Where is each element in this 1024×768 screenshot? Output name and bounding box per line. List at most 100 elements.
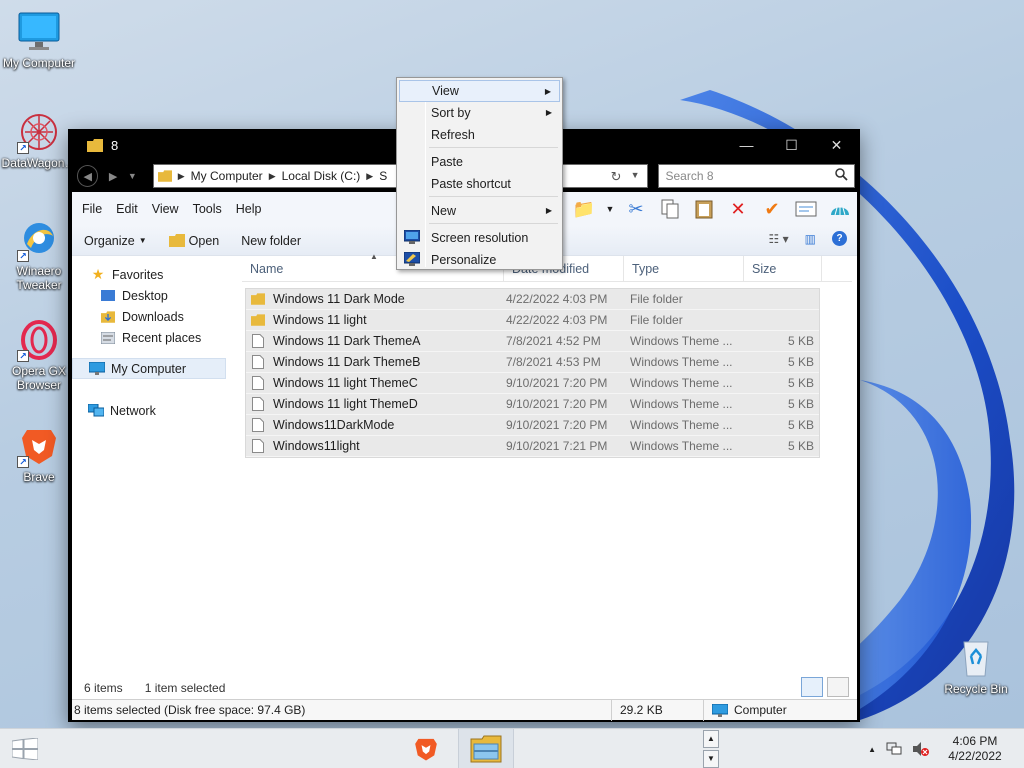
- help-icon[interactable]: ?: [832, 231, 847, 246]
- nav-downloads[interactable]: Downloads: [72, 306, 236, 327]
- desktop-icon-recycle-bin[interactable]: Recycle Bin: [936, 636, 1016, 696]
- breadcrumb-current[interactable]: S: [379, 169, 387, 183]
- nav-favorites-label: Favorites: [112, 267, 164, 282]
- search-input[interactable]: Search 8: [658, 164, 855, 188]
- details-view-button[interactable]: [801, 677, 823, 697]
- file-row[interactable]: Windows11light 9/10/2021 7:21 PM Windows T…: [246, 436, 819, 457]
- menu-edit[interactable]: Edit: [116, 202, 148, 216]
- nav-desktop-label: Desktop: [122, 288, 168, 303]
- file-name: Windows 11 light ThemeD: [273, 397, 418, 411]
- file-name-cell: Windows11light: [246, 439, 506, 453]
- file-row[interactable]: Windows 11 light 4/22/2022 4:03 PM File fo…: [246, 310, 819, 331]
- menu-item-paste-shortcut[interactable]: Paste shortcut: [399, 173, 560, 195]
- file-row[interactable]: Windows 11 Dark Mode 4/22/2022 4:03 PM Fil…: [246, 289, 819, 310]
- folder-icon: [157, 170, 172, 182]
- column-type[interactable]: Type: [624, 255, 744, 282]
- status-bar: 8 items selected (Disk free space: 97.4 …: [72, 699, 857, 721]
- new-folder-label: New folder: [241, 233, 301, 248]
- paste-icon[interactable]: [692, 198, 716, 220]
- menu-item-paste[interactable]: Paste: [399, 151, 560, 173]
- nav-recent-places[interactable]: Recent places: [72, 327, 236, 348]
- checkmark-icon[interactable]: ✔: [760, 198, 784, 220]
- delete-icon[interactable]: ✕: [726, 198, 750, 220]
- tray-overflow-icon[interactable]: ▲: [868, 745, 876, 754]
- opera-gx-logo-icon: ↗: [17, 318, 61, 362]
- file-row[interactable]: Windows 11 Dark ThemeA 7/8/2021 4:52 PM Wi…: [246, 331, 819, 352]
- folder-icon: [251, 314, 265, 326]
- file-row[interactable]: Windows 11 Dark ThemeB 7/8/2021 4:53 PM Wi…: [246, 352, 819, 373]
- start-button[interactable]: [12, 738, 38, 760]
- nav-my-computer[interactable]: My Computer: [72, 358, 226, 379]
- file-date: 4/22/2022 4:03 PM: [506, 292, 608, 306]
- breadcrumb-my-computer[interactable]: My Computer: [191, 169, 263, 183]
- volume-muted-icon[interactable]: [912, 741, 930, 757]
- open-button[interactable]: Open: [168, 234, 219, 248]
- taskbar-file-explorer[interactable]: [458, 729, 514, 768]
- menu-view[interactable]: View: [152, 202, 189, 216]
- taskbar: ▲ ▼ ▲ 4:06 PM 4/22/2022: [0, 728, 1024, 768]
- file-row[interactable]: Windows11DarkMode 9/10/2021 7:20 PM Window…: [246, 415, 819, 436]
- desktop-icon-brave[interactable]: ↗ Brave: [0, 424, 78, 484]
- desktop-icon-my-computer[interactable]: My Computer: [0, 10, 78, 70]
- menu-tools[interactable]: Tools: [193, 202, 232, 216]
- dropdown-arrow-icon[interactable]: ▼: [606, 198, 615, 220]
- file-row[interactable]: Windows 11 light ThemeC 9/10/2021 7:20 PM…: [246, 373, 819, 394]
- nav-favorites[interactable]: ★ Favorites: [72, 264, 236, 285]
- taskbar-scroll-up-button[interactable]: ▲: [703, 730, 719, 748]
- menu-item-screen-resolution-label: Screen resolution: [431, 231, 529, 245]
- forward-button[interactable]: ▶: [102, 165, 123, 187]
- view-options-icon[interactable]: ☷ ▾: [769, 232, 789, 246]
- item-count: 6 items: [84, 681, 123, 695]
- nav-network[interactable]: Network: [72, 400, 236, 421]
- menu-item-paste-label: Paste: [431, 155, 463, 169]
- breadcrumb-local-disk[interactable]: Local Disk (C:): [282, 169, 361, 183]
- breadcrumb-chevron-icon[interactable]: ▶: [269, 171, 276, 182]
- desktop-icon-datawagon[interactable]: ↗ DataWagon…: [0, 110, 78, 170]
- copy-icon[interactable]: [658, 198, 682, 220]
- menu-file[interactable]: File: [82, 202, 112, 216]
- maximize-button[interactable]: ☐: [769, 130, 814, 160]
- breadcrumb-chevron-icon[interactable]: ▶: [366, 171, 373, 182]
- minimize-button[interactable]: —: [724, 130, 769, 160]
- menu-item-view[interactable]: View ▶: [399, 80, 560, 102]
- new-folder-button[interactable]: New folder: [241, 234, 301, 248]
- menu-item-screen-resolution[interactable]: Screen resolution: [399, 227, 560, 249]
- menu-item-personalize[interactable]: Personalize: [399, 249, 560, 271]
- file-type: Windows Theme ...: [630, 418, 733, 432]
- nav-desktop[interactable]: Desktop: [72, 285, 236, 306]
- selection-size: 29.2 KB: [612, 699, 704, 721]
- shortcut-arrow-icon: ↗: [17, 250, 29, 262]
- navigation-pane: ★ Favorites Desktop Downloads Recent pla…: [72, 256, 236, 676]
- taskbar-brave[interactable]: [398, 729, 454, 768]
- view-toggle: [801, 677, 849, 697]
- organize-button[interactable]: Organize ▼: [84, 234, 147, 248]
- breadcrumb-chevron-icon[interactable]: ▶: [178, 171, 185, 182]
- address-dropdown-icon[interactable]: ▼: [631, 170, 640, 180]
- star-icon: ★: [91, 266, 105, 282]
- refresh-icon[interactable]: ↻: [611, 169, 622, 185]
- recent-pages-dropdown-icon[interactable]: ▼: [128, 171, 137, 181]
- taskbar-clock[interactable]: 4:06 PM 4/22/2022: [940, 734, 1010, 764]
- back-button[interactable]: ◀: [77, 165, 99, 187]
- taskbar-scroll-down-button[interactable]: ▼: [703, 750, 719, 768]
- file-row[interactable]: Windows 11 light ThemeD 9/10/2021 7:20 PM…: [246, 394, 819, 415]
- close-button[interactable]: ✕: [814, 130, 859, 160]
- menu-item-sort-by[interactable]: Sort by ▶: [399, 102, 560, 124]
- search-icon[interactable]: [835, 168, 848, 181]
- column-size[interactable]: Size: [744, 255, 822, 282]
- network-status-icon[interactable]: [886, 742, 902, 756]
- system-tray: ▲ 4:06 PM 4/22/2022: [868, 729, 1024, 768]
- desktop-icon-opera-gx[interactable]: ↗ Opera GX Browser: [0, 318, 78, 392]
- properties-icon[interactable]: [794, 198, 818, 220]
- shell-icon[interactable]: [828, 198, 852, 220]
- menu-help[interactable]: Help: [236, 202, 272, 216]
- folder-up-icon[interactable]: 📁: [572, 198, 596, 220]
- cut-icon[interactable]: ✂: [624, 198, 648, 220]
- file-name-cell: Windows 11 Dark Mode: [246, 292, 506, 306]
- preview-pane-icon[interactable]: ▥: [805, 232, 816, 246]
- thumbnail-view-button[interactable]: [827, 677, 849, 697]
- location-status: Computer: [704, 703, 787, 717]
- menu-item-new[interactable]: New ▶: [399, 200, 560, 222]
- menu-item-refresh[interactable]: Refresh: [399, 124, 560, 146]
- desktop-icon-winaero-tweaker[interactable]: ↗ Winaero Tweaker: [0, 218, 78, 292]
